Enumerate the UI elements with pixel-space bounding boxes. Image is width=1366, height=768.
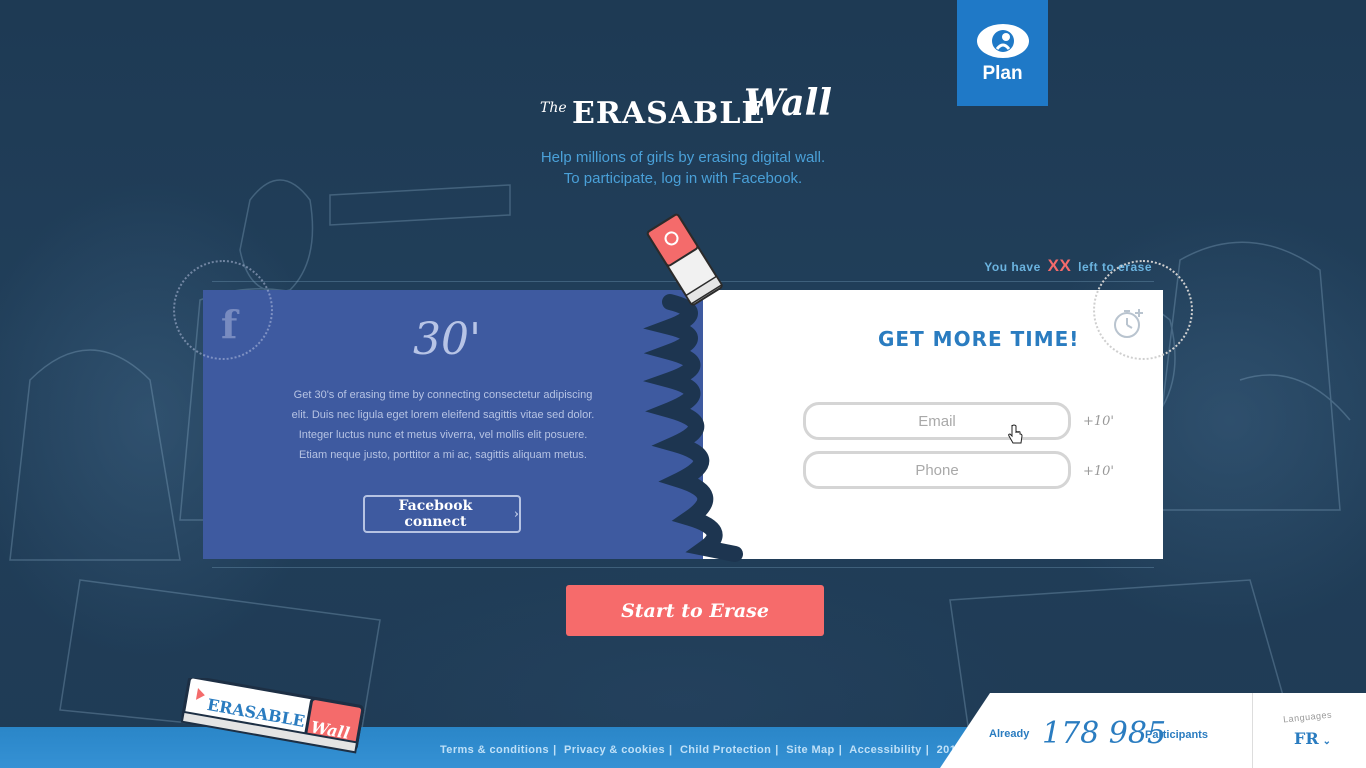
already-label: Already [989,728,1030,740]
facebook-description: Get 30's of erasing time by connecting c… [291,389,595,461]
footer-link-child-protection[interactable]: Child Protection [680,744,771,756]
participants-label: Participants [1145,729,1208,741]
pointer-cursor-icon [1008,424,1023,444]
facebook-connect-button[interactable]: Facebook connect › [363,495,521,533]
plan-logo[interactable]: Plan [957,0,1048,106]
get-more-time-heading: GET MORE TIME! [878,327,1080,351]
language-select[interactable]: FR ⌄ [1294,729,1331,748]
footer-link-site-map[interactable]: Site Map [786,744,834,756]
facebook-connect-label: Facebook connect [398,498,473,530]
footer-link-terms[interactable]: Terms & conditions [440,744,549,756]
email-field[interactable] [803,402,1071,440]
phone-field[interactable] [803,451,1071,489]
title-the: The [540,100,567,116]
chevron-right-icon: › [513,506,519,522]
subtitle-line-2: To participate, log in with Facebook. [563,170,803,187]
phone-bonus: +10' [1083,464,1115,479]
site-title: The ERASABLE Wall [540,82,832,134]
title-erasable: ERASABLE [572,96,766,131]
language-selected: FR [1294,729,1319,748]
divider-bottom [212,567,1154,568]
plan-label: Plan [982,63,1023,84]
footer-link-accessibility[interactable]: Accessibility [849,744,921,756]
facebook-panel: f 30' Get 30's of erasing time by connec… [173,260,703,559]
language-divider [1252,693,1253,768]
subtitle-line-1: Help millions of girls by erasing digita… [540,149,826,166]
title-wall: Wall [744,82,832,124]
stopwatch-icon [1114,309,1143,338]
facebook-icon: f [221,302,238,347]
email-bonus: +10' [1083,414,1115,429]
footer-link-privacy[interactable]: Privacy & cookies [564,744,665,756]
plan-emblem-icon [976,24,1029,58]
subtitle: Help millions of girls by erasing digita… [483,147,883,189]
facebook-time-bonus: 30' [413,314,482,365]
start-to-erase-button[interactable]: Start to Erase [566,585,824,636]
footer-eraser-logo[interactable]: ERASABLE Wall [176,678,376,768]
footer-links: Terms & conditions | Privacy & cookies | C… [440,744,991,756]
time-left-prefix: You have [984,260,1041,274]
time-left-value: XX [1047,256,1072,275]
chevron-down-icon: ⌄ [1322,736,1332,747]
eraser-illustration [643,213,743,562]
more-time-panel: GET MORE TIME! +10' +10' [703,260,1193,559]
